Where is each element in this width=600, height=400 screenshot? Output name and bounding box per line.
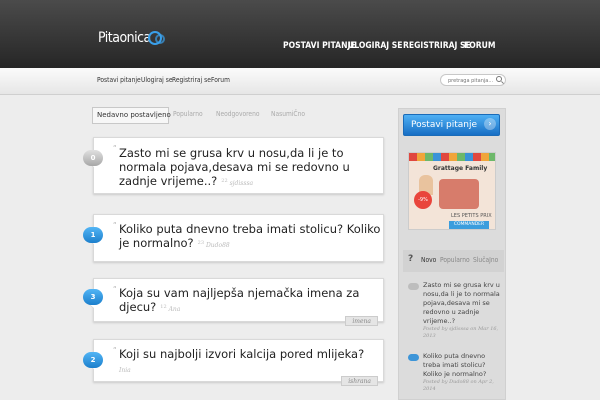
subnav-registriraj-se[interactable]: Registriraj se: [172, 76, 211, 84]
speech-bubble-icon: [408, 283, 419, 290]
question-text[interactable]: Zasto mi se grusa krv u nosu,da li je to…: [119, 146, 383, 191]
answer-count-badge: 2: [83, 352, 103, 368]
nav-registriraj-se[interactable]: REGISTRIRAJ SE: [403, 41, 471, 51]
question-tag[interactable]: imena: [345, 316, 378, 326]
nav-postavi-pitanje[interactable]: POSTAVI PITANJE: [283, 41, 356, 51]
question-card[interactable]: “ Koliko puta dnevno treba imati stolicu…: [87, 214, 384, 262]
search-icon[interactable]: [496, 76, 502, 82]
logo-icon-ring: [155, 34, 165, 44]
nav-forum[interactable]: FORUM: [464, 41, 495, 51]
ad-button[interactable]: COMMANDER: [449, 221, 489, 229]
header-bar: [0, 0, 600, 68]
ad-label: LES PETITS PRIX: [451, 213, 492, 219]
sidebar-tab-popularno[interactable]: Popularno: [440, 256, 470, 264]
question-card[interactable]: “ Zasto mi se grusa krv u nosu,da li je …: [87, 137, 384, 194]
subnav-postavi-pitanje[interactable]: Postavi pitanje: [97, 76, 141, 84]
sidebar-tab-novo[interactable]: Novo: [421, 256, 436, 264]
question-card[interactable]: “ Koji su najbolji izvori kalcija pored …: [87, 339, 384, 386]
question-text[interactable]: Koji su najbolji izvori kalcija pored ml…: [119, 347, 364, 378]
question-mark-icon: ?: [408, 254, 414, 264]
subnav-forum[interactable]: Forum: [211, 76, 230, 84]
sidebar-question-item[interactable]: Zasto mi se grusa krv u nosu,da li je to…: [423, 281, 501, 340]
tab-neodgovoreno[interactable]: Neodgovoreno: [216, 110, 259, 118]
question-text[interactable]: Koja su vam najljepša njemačka imena za …: [119, 286, 383, 317]
speech-bubble-icon: [408, 354, 419, 361]
question-card[interactable]: “ Koja su vam najljepša njemačka imena z…: [87, 278, 384, 326]
logo-text[interactable]: Pitaonica: [98, 30, 151, 46]
subnav-ulogiraj-se[interactable]: Ulogiraj se: [141, 76, 172, 84]
ad-discount: -9%: [414, 191, 432, 209]
arrow-right-icon: ›: [484, 118, 496, 130]
answer-count-badge: 3: [83, 289, 103, 305]
ad-brand: Grattage Family: [433, 165, 488, 172]
ad-banner[interactable]: Grattage Family -9% LES PETITS PRIX COMM…: [408, 152, 496, 230]
question-text[interactable]: Koliko puta dnevno treba imati stolicu? …: [119, 222, 383, 253]
question-tag[interactable]: ishrana: [341, 376, 378, 386]
tab-popularno[interactable]: Popularno: [173, 110, 203, 118]
answer-count-badge: 1: [83, 227, 103, 243]
sub-nav-bar: [0, 68, 600, 95]
tab-nasumicno[interactable]: NasumiČno: [271, 110, 305, 118]
tab-nedavno-postavljeno[interactable]: Nedavno postavljeno: [92, 107, 171, 124]
sidebar-tab-slucajno[interactable]: SlučaJno: [473, 256, 498, 264]
answer-count-badge: 0: [83, 150, 103, 166]
ad-image-chair: [439, 179, 479, 209]
sidebar-question-item[interactable]: Koliko puta dnevno treba imati stolicu? …: [423, 352, 501, 393]
nav-ulogiraj-se[interactable]: ULOGIRAJ SE: [348, 41, 403, 51]
